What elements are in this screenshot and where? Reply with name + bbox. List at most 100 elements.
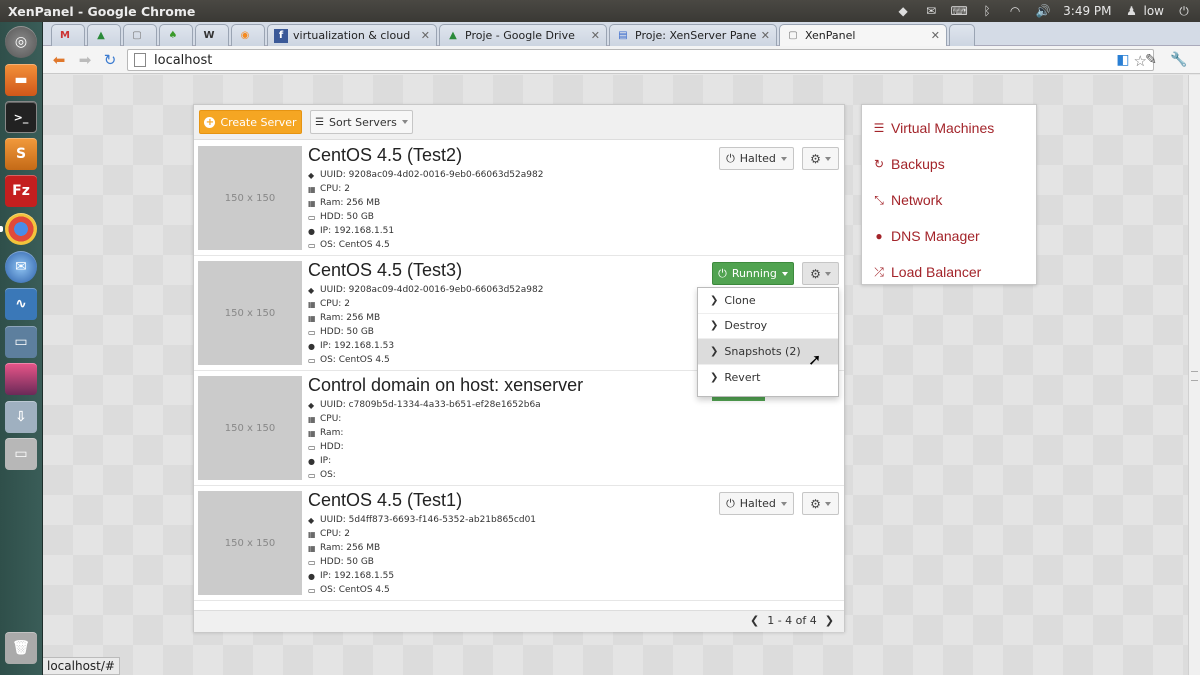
drive-icon[interactable]: ▭	[5, 438, 37, 470]
files-icon[interactable]: ▬	[5, 64, 37, 96]
extension-icon[interactable]: ◧	[1114, 51, 1132, 69]
caret-down-icon	[401, 120, 408, 124]
server-thumbnail: 150 x 150	[198, 491, 302, 595]
new-tab-button[interactable]	[949, 24, 975, 46]
close-icon[interactable]: ✕	[421, 29, 430, 42]
user-icon: ♟	[1126, 4, 1137, 18]
pagination: ❮ 1 - 4 of 4 ❯	[750, 614, 834, 627]
nav-label: Backups	[891, 156, 945, 172]
server-uuid: UUID: 9208ac09-4d02-0016-9eb0-66063d52a9…	[320, 285, 544, 295]
drive-icon: ▲	[97, 30, 105, 41]
wifi-icon[interactable]: ◠	[1007, 4, 1023, 18]
server-meta: ◆ UUID: 9208ac09-4d02-0016-9eb0-66063d52a…	[308, 168, 543, 252]
usb-disk-icon[interactable]: ⇩	[5, 401, 37, 433]
nav-network[interactable]: ⤡ Network	[862, 182, 1036, 218]
ram-icon: ▦	[308, 543, 316, 553]
caret-down-icon	[824, 271, 831, 276]
close-icon[interactable]: ✕	[591, 29, 600, 42]
reload-icon[interactable]: ↻	[101, 51, 119, 69]
hdd-icon: ▭	[308, 442, 316, 452]
nav-backups[interactable]: ↻ Backups	[862, 146, 1036, 182]
server-row: 150 x 150 CentOS 4.5 (Test2) ◆ UUID: 9208…	[194, 141, 844, 256]
nav-label: Virtual Machines	[891, 120, 995, 136]
caret-down-icon	[824, 156, 831, 161]
status-label: Halted	[739, 152, 776, 165]
server-os: OS: CentOS 4.5	[320, 585, 390, 595]
clock[interactable]: 3:49 PM	[1063, 4, 1111, 18]
ram-icon: ▦	[308, 198, 316, 208]
close-icon[interactable]: ✕	[931, 29, 940, 42]
dropbox-icon[interactable]: ◆	[895, 4, 911, 18]
server-thumbnail: 150 x 150	[198, 376, 302, 480]
eyedropper-icon[interactable]: ✎	[1142, 51, 1160, 69]
status-dropdown-button[interactable]: ⏻ Halted	[719, 492, 794, 515]
nav-virtual-machines[interactable]: ☰ Virtual Machines	[862, 110, 1036, 146]
user-menu[interactable]: ♟ low	[1124, 4, 1164, 18]
create-server-button[interactable]: + Create Server	[199, 110, 302, 134]
dash-home-icon[interactable]: ◎	[5, 26, 37, 58]
nav-load-balancer[interactable]: ⤮ Load Balancer	[862, 254, 1036, 290]
tab-gmail[interactable]: M	[51, 24, 85, 46]
system-top-panel: XenPanel - Google Chrome ◆ ✉ ⌨ ᛒ ◠ 🔊 3:4…	[0, 0, 1200, 22]
status-dropdown-button[interactable]: ⏻ Halted	[719, 147, 794, 170]
keyboard-icon[interactable]: ⌨	[950, 4, 967, 18]
chrome-icon[interactable]	[5, 213, 37, 245]
workspace-switcher-icon[interactable]	[5, 363, 37, 395]
os-icon: ▭	[308, 240, 316, 250]
scrollbar-grip[interactable]	[1191, 371, 1198, 381]
filezilla-icon[interactable]: Fz	[5, 175, 37, 207]
server-name[interactable]: CentOS 4.5 (Test1)	[308, 490, 462, 511]
power-icon[interactable]: ⏻	[1176, 4, 1192, 18]
server-ram: Ram: 256 MB	[320, 313, 381, 323]
system-monitor-icon[interactable]: ∿	[5, 288, 37, 320]
address-bar[interactable]: ☆	[127, 49, 1154, 71]
back-icon[interactable]: ⬅	[50, 51, 68, 69]
caret-down-icon	[780, 156, 787, 161]
globe-icon: ●	[308, 341, 315, 351]
wrench-icon[interactable]: 🔧	[1170, 51, 1188, 69]
server-cpu: CPU:	[320, 414, 342, 424]
trash-icon[interactable]: 🗑	[5, 632, 37, 664]
server-name[interactable]: CentOS 4.5 (Test2)	[308, 145, 462, 166]
menu-item-destroy[interactable]: ❯ Destroy	[698, 314, 838, 339]
prev-page-icon[interactable]: ❮	[750, 614, 759, 627]
server-actions-button[interactable]: ⚙	[802, 147, 839, 170]
os-icon: ▭	[308, 585, 316, 595]
bluetooth-icon[interactable]: ᛒ	[979, 4, 995, 18]
url-input[interactable]	[154, 52, 1153, 68]
panel-footer: ❮ 1 - 4 of 4 ❯	[194, 610, 844, 632]
tab-blank[interactable]: ▢	[123, 24, 157, 46]
server-name[interactable]: Control domain on host: xenserver	[308, 375, 583, 396]
page-scrollbar[interactable]	[1188, 75, 1200, 675]
terminal-icon[interactable]: >_	[5, 101, 37, 133]
chrome-active-pip	[0, 226, 3, 232]
forward-icon[interactable]: ➡	[76, 51, 94, 69]
server-actions-button[interactable]: ⚙	[802, 492, 839, 515]
server-ram: Ram: 256 MB	[320, 543, 381, 553]
close-icon[interactable]: ✕	[761, 29, 770, 42]
server-actions-button[interactable]: ⚙	[802, 262, 839, 285]
sublime-icon[interactable]: S	[5, 138, 37, 170]
sort-servers-button[interactable]: ☰ Sort Servers	[310, 110, 413, 134]
status-dropdown-button[interactable]: ⏻ Running	[712, 262, 794, 285]
tab-drive-pinned[interactable]: ▲	[87, 24, 121, 46]
tab-proje-drive[interactable]: ▲ Proje - Google Drive ✕	[439, 24, 607, 46]
tab-proje-doc[interactable]: ▤ Proje: XenServer Panel - C ✕	[609, 24, 777, 46]
tab-wordpress[interactable]: W	[195, 24, 229, 46]
mouse-pointer-icon: ➚	[808, 350, 822, 369]
server-name[interactable]: CentOS 4.5 (Test3)	[308, 260, 462, 281]
virtual-machine-icon[interactable]: ▭	[5, 326, 37, 358]
tab-xenpanel[interactable]: ▢ XenPanel ✕	[779, 24, 947, 46]
nav-dns-manager[interactable]: ● DNS Manager	[862, 218, 1036, 254]
tab-leaf[interactable]: ♠	[159, 24, 193, 46]
caret-down-icon	[781, 271, 788, 276]
tab-title: Proje - Google Drive	[465, 29, 575, 42]
server-uuid: UUID: 5d4ff873-6693-f146-5352-ab21b865cd…	[320, 515, 537, 525]
next-page-icon[interactable]: ❯	[825, 614, 834, 627]
mail-icon[interactable]: ✉	[923, 4, 939, 18]
menu-item-clone[interactable]: ❯ Clone	[698, 288, 838, 314]
volume-icon[interactable]: 🔊	[1035, 4, 1051, 18]
thunderbird-icon[interactable]: ✉	[5, 251, 37, 283]
tab-rss[interactable]: ◉	[231, 24, 265, 46]
tab-virtualization[interactable]: f virtualization & cloud ✕	[267, 24, 437, 46]
